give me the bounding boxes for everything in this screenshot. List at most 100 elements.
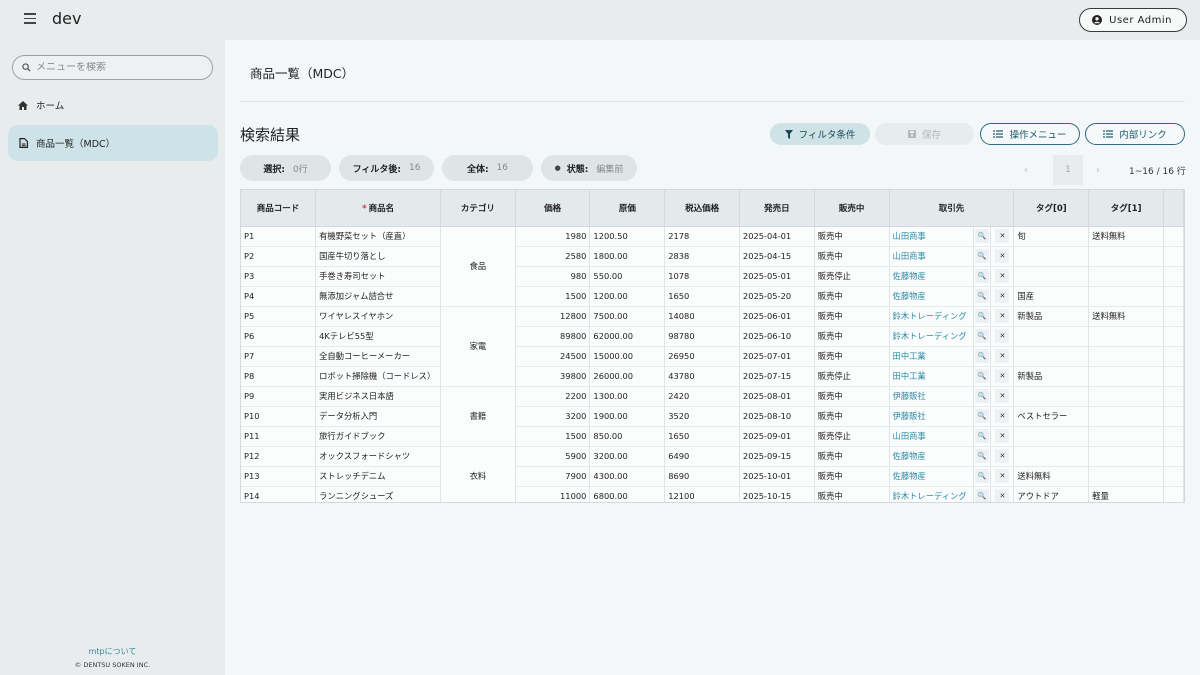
- column-header[interactable]: * 商品名: [315, 190, 442, 227]
- supplier-cell: 佐藤物産: [889, 266, 974, 287]
- column-header[interactable]: 税込価格: [664, 190, 740, 227]
- supplier-link[interactable]: 田中工業: [893, 351, 926, 361]
- prev-page-button[interactable]: ‹: [1024, 155, 1040, 185]
- close-icon[interactable]: ✕: [995, 489, 1010, 502]
- table-row[interactable]: P7 全自動コーヒーメーカー 24500 15000.00 26950 2025-07-0…: [241, 346, 1184, 367]
- supplier-link[interactable]: 伊藤販社: [893, 411, 926, 421]
- table-row[interactable]: P6 4Kテレビ55型 89800 62000.00 98780 2025-06-10 販売…: [241, 326, 1184, 347]
- table-row[interactable]: P3 手巻き寿司セット 980 550.00 1078 2025-05-01 販売停止 佐藤物…: [241, 266, 1184, 287]
- supplier-link[interactable]: 山田商事: [893, 431, 926, 441]
- column-header[interactable]: 販売中: [814, 190, 890, 227]
- search-icon[interactable]: 🔍: [974, 489, 989, 502]
- close-icon[interactable]: ✕: [995, 469, 1010, 483]
- supplier-clear-cell: ✕: [990, 246, 1015, 267]
- supplier-link[interactable]: 鈴木トレーディング: [893, 491, 967, 501]
- close-icon[interactable]: ✕: [995, 289, 1010, 303]
- close-icon[interactable]: ✕: [995, 269, 1010, 283]
- supplier-search-cell: 🔍: [973, 286, 992, 307]
- table-row[interactable]: P5 ワイヤレスイヤホン 家電 12800 7500.00 14080 2025-06-01…: [241, 306, 1184, 387]
- column-header[interactable]: 発売日: [739, 190, 815, 227]
- supplier-link[interactable]: 山田商事: [893, 231, 926, 241]
- close-icon[interactable]: ✕: [995, 349, 1010, 363]
- table-row[interactable]: P8 ロボット掃除機（コードレス） 39800 26000.00 43780 2025-0…: [241, 366, 1184, 387]
- table-row[interactable]: P12 オックスフォードシャツ 衣料 5900 3200.00 6490 2025-09-1…: [241, 446, 1184, 502]
- sidebar-item-products[interactable]: 商品一覧（MDC）: [8, 125, 218, 161]
- close-icon[interactable]: ✕: [995, 329, 1010, 343]
- column-header[interactable]: タグ[1]: [1088, 190, 1165, 227]
- table-row[interactable]: P14 ランニングシューズ 11000 6800.00 12100 2025-10-15 販…: [241, 486, 1184, 502]
- supplier-link[interactable]: 鈴木トレーディング: [893, 311, 967, 321]
- tax-included-price-cell: 1078: [664, 266, 740, 287]
- menu-search[interactable]: [12, 55, 213, 80]
- close-icon[interactable]: ✕: [995, 309, 1010, 323]
- product-code-cell: P14: [241, 486, 317, 502]
- supplier-search-cell: 🔍: [973, 306, 992, 327]
- about-link[interactable]: mtpについて: [0, 646, 225, 657]
- supplier-link[interactable]: 鈴木トレーディング: [893, 331, 967, 341]
- supplier-link[interactable]: 佐藤物産: [893, 471, 926, 481]
- extra-cell: [1163, 226, 1184, 247]
- search-icon[interactable]: 🔍: [974, 289, 989, 303]
- search-icon[interactable]: 🔍: [974, 229, 989, 243]
- search-icon[interactable]: 🔍: [974, 469, 989, 483]
- save-button-label: 保存: [921, 130, 941, 141]
- search-icon[interactable]: 🔍: [974, 389, 989, 403]
- page-number-button[interactable]: 1: [1053, 155, 1083, 185]
- extra-cell: [1163, 406, 1184, 427]
- column-header[interactable]: 原価: [589, 190, 666, 227]
- table-row[interactable]: P10 データ分析入門 3200 1900.00 3520 2025-08-10 販売中 伊藤…: [241, 406, 1184, 427]
- table-row[interactable]: P4 無添加ジャム詰合せ 1500 1200.00 1650 2025-05-20 販売中佐…: [241, 286, 1184, 307]
- column-header[interactable]: 商品コード: [241, 190, 317, 227]
- table-row[interactable]: P9 実用ビジネス日本語 書籍 2200 1300.00 2420 2025-08-01 販売…: [241, 386, 1184, 447]
- next-page-button[interactable]: ›: [1096, 155, 1112, 185]
- supplier-link[interactable]: 佐藤物産: [893, 451, 926, 461]
- close-icon[interactable]: ✕: [995, 449, 1010, 463]
- search-icon[interactable]: 🔍: [974, 309, 989, 323]
- search-icon[interactable]: 🔍: [974, 449, 989, 463]
- table-row[interactable]: P2 国産牛切り落とし 2580 1800.00 2838 2025-04-15 販売中 山田…: [241, 246, 1184, 267]
- close-icon[interactable]: ✕: [995, 409, 1010, 423]
- column-header[interactable]: 価格: [515, 190, 591, 227]
- sales-status-cell: 販売中: [814, 466, 890, 487]
- chevron-right-icon: ›: [1096, 164, 1100, 176]
- supplier-search-cell: 🔍: [973, 466, 992, 487]
- close-icon[interactable]: ✕: [995, 429, 1010, 443]
- sidebar-item-home[interactable]: ホーム: [8, 87, 218, 123]
- hamburger-menu-icon[interactable]: [24, 13, 36, 25]
- operations-menu-button[interactable]: 操作メニュー: [980, 123, 1080, 145]
- table-row[interactable]: P1 有機野菜セット（産直） 食品 1980 1200.50 2178 2025-04-01…: [241, 226, 1184, 307]
- table-row[interactable]: P11 旅行ガイドブック 1500 850.00 1650 2025-09-01 販売停止山…: [241, 426, 1184, 447]
- search-icon[interactable]: 🔍: [974, 429, 989, 443]
- search-icon[interactable]: 🔍: [974, 249, 989, 263]
- supplier-link[interactable]: 佐藤物産: [893, 291, 926, 301]
- column-header[interactable]: タグ[0]: [1013, 190, 1090, 227]
- search-icon[interactable]: 🔍: [974, 329, 989, 343]
- product-code-cell: P10: [241, 406, 317, 427]
- column-header[interactable]: カテゴリ: [440, 190, 516, 227]
- menu-search-input[interactable]: [36, 62, 196, 73]
- close-icon[interactable]: ✕: [995, 369, 1010, 383]
- supplier-link[interactable]: 佐藤物産: [893, 271, 926, 281]
- sales-status-cell: 販売停止: [814, 266, 890, 287]
- search-icon[interactable]: 🔍: [974, 409, 989, 423]
- search-icon[interactable]: 🔍: [974, 349, 989, 363]
- close-icon[interactable]: ✕: [995, 229, 1010, 243]
- filter-button[interactable]: フィルタ条件: [770, 123, 870, 145]
- pagination-info: 1~16 / 16 行: [1129, 166, 1186, 177]
- cost-cell: 7500.00: [589, 306, 666, 327]
- search-icon[interactable]: 🔍: [974, 269, 989, 283]
- column-header[interactable]: 取引先: [889, 190, 1015, 227]
- save-button[interactable]: 保存: [875, 123, 974, 145]
- supplier-cell: 鈴木トレーディング: [889, 486, 974, 502]
- close-icon[interactable]: ✕: [995, 389, 1010, 403]
- supplier-link[interactable]: 田中工業: [893, 371, 926, 381]
- supplier-search-cell: 🔍: [973, 326, 992, 347]
- table-row[interactable]: P13 ストレッチデニム 7900 4300.00 8690 2025-10-01 販売中佐…: [241, 466, 1184, 487]
- user-menu-button[interactable]: User Admin: [1079, 8, 1187, 32]
- supplier-link[interactable]: 伊藤販社: [893, 391, 926, 401]
- supplier-clear-cell: ✕: [990, 386, 1015, 407]
- internal-link-button[interactable]: 内部リンク: [1085, 123, 1185, 145]
- close-icon[interactable]: ✕: [995, 249, 1010, 263]
- supplier-link[interactable]: 山田商事: [893, 251, 926, 261]
- search-icon[interactable]: 🔍: [974, 369, 989, 383]
